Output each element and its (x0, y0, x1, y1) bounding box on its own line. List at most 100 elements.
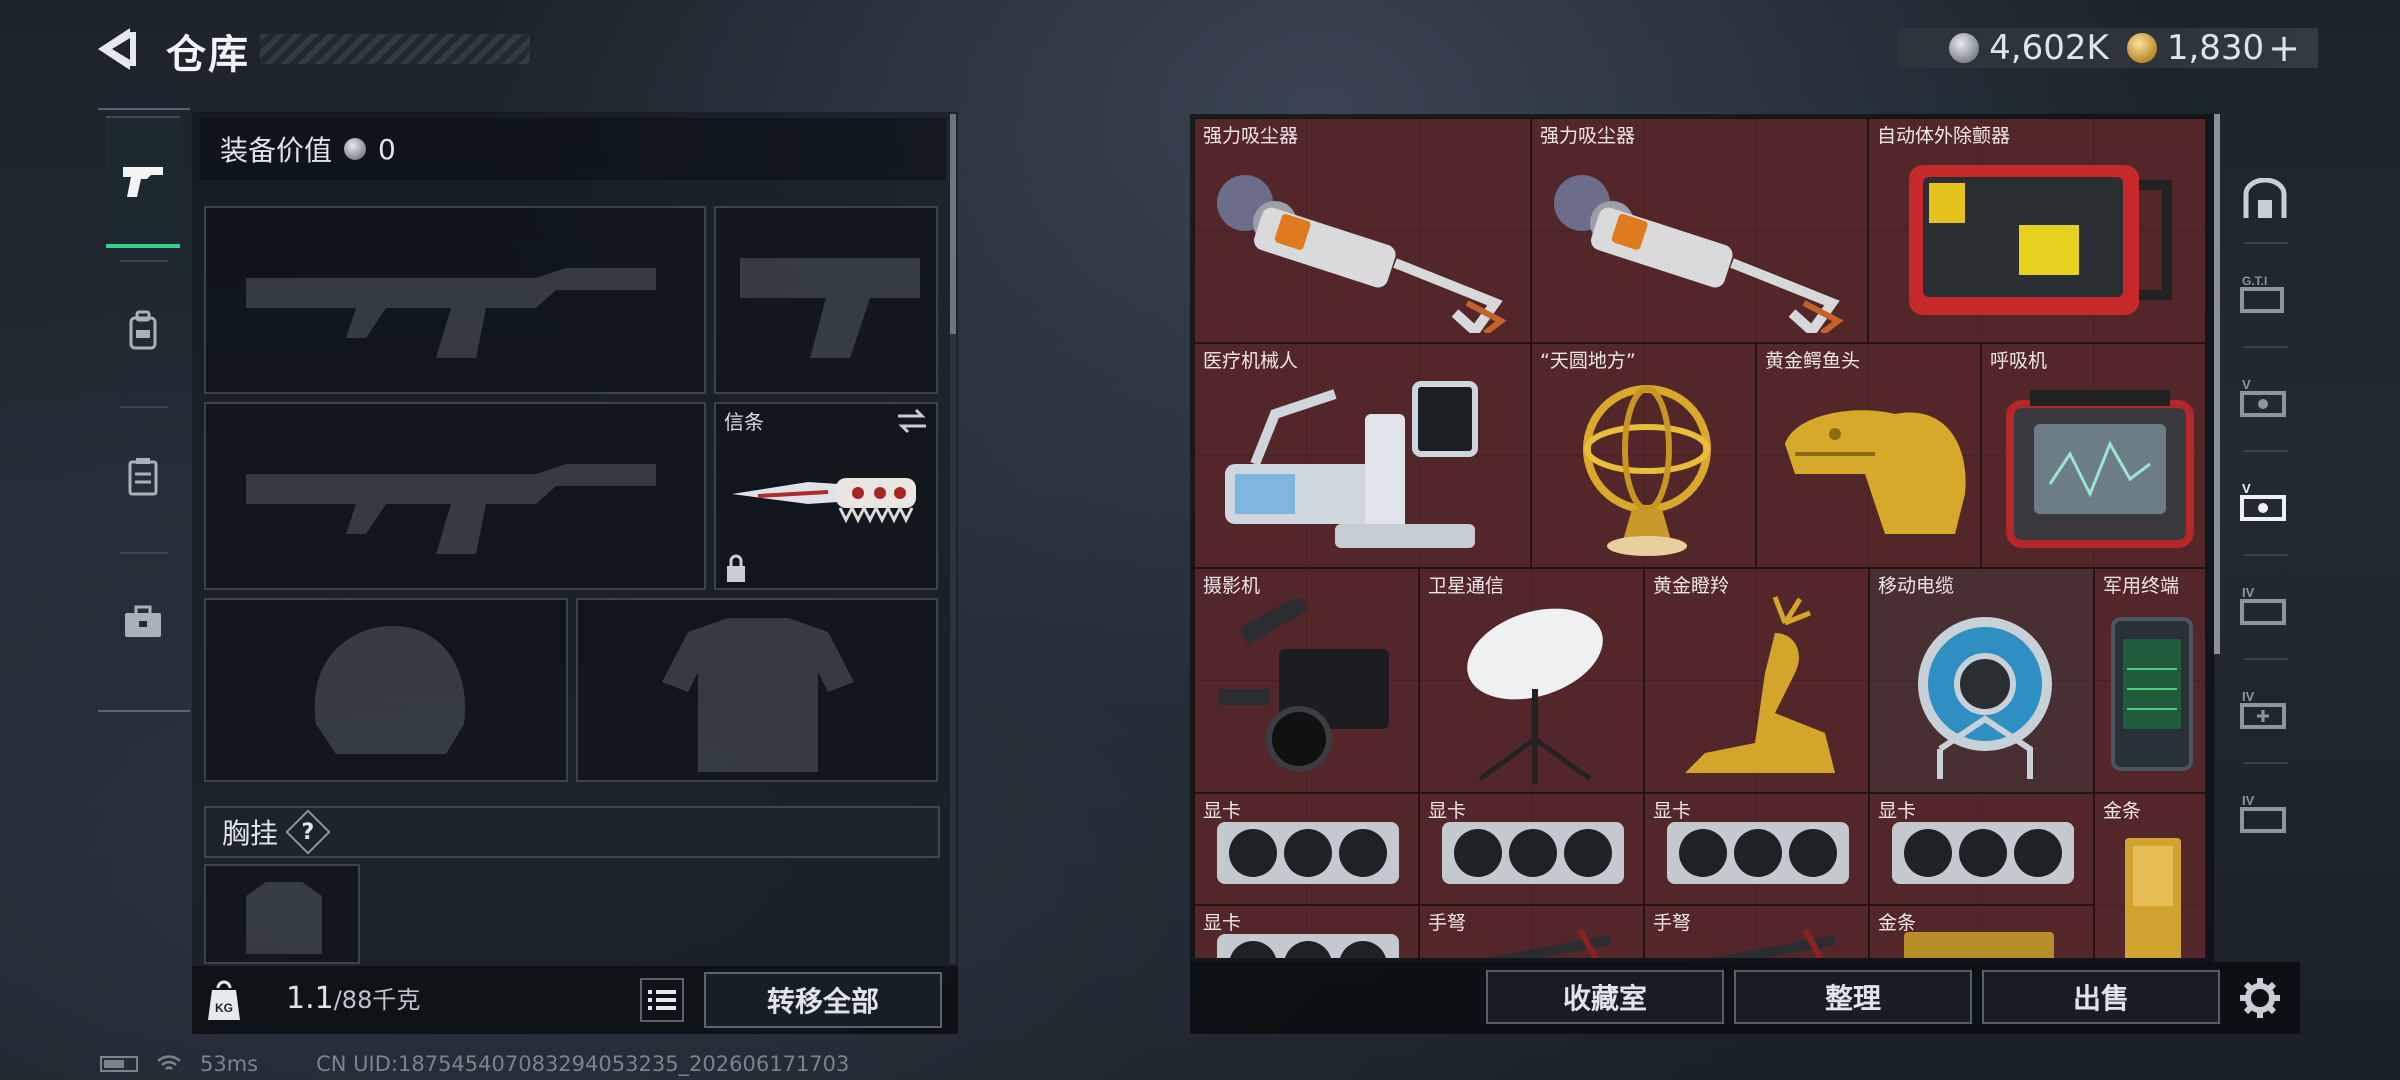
gear-icon[interactable] (2238, 976, 2282, 1020)
item-name: 呼吸机 (1990, 350, 2048, 372)
collection-room-button[interactable]: 收藏室 (1486, 970, 1724, 1024)
stash-item[interactable]: 显卡 (1194, 793, 1419, 905)
chest-rig-slot[interactable] (204, 864, 360, 964)
chest-rig-silhouette-icon (246, 882, 322, 954)
stash-item[interactable]: 显卡 (1869, 793, 2094, 905)
silver-currency: 4,602K (1949, 28, 2109, 68)
stash-item[interactable]: 显卡 (1194, 905, 1419, 958)
crossbow-icon (1485, 928, 1611, 958)
vault-icon (2243, 178, 2287, 218)
graphics-card-icon (1442, 822, 1624, 884)
gold-croc-head-icon (1785, 410, 1966, 534)
melee-slot[interactable]: 信条 (714, 402, 938, 590)
stash-item[interactable]: 黄金鳄鱼头 (1756, 343, 1981, 568)
armor-silhouette-icon (662, 618, 854, 772)
list-view-button[interactable] (640, 978, 684, 1022)
primary-weapon-slot[interactable] (204, 206, 706, 394)
stash-item[interactable]: 军用终端 (2094, 568, 2206, 793)
item-name: 强力吸尘器 (1540, 125, 1636, 147)
primary-weapon-slot-2[interactable] (204, 402, 706, 590)
stash-item[interactable]: 金条 (2094, 793, 2206, 958)
item-name: 军用终端 (2103, 575, 2180, 597)
melee-name: 信条 (724, 410, 764, 434)
swap-icon[interactable] (896, 408, 928, 434)
body-armor-slot[interactable] (576, 598, 938, 782)
svg-text:V: V (2242, 481, 2251, 496)
stash-item[interactable]: 手弩 (1419, 905, 1644, 958)
tab-armor[interactable] (106, 264, 180, 396)
organize-button[interactable]: 整理 (1734, 970, 1972, 1024)
case-v-icon: V (2240, 377, 2286, 417)
sell-button[interactable]: 出售 (1982, 970, 2220, 1024)
pistol-icon (123, 167, 163, 197)
stash-item[interactable]: 金条 (1869, 905, 2094, 958)
stash-item[interactable]: 黄金瞪羚 (1644, 568, 1869, 793)
case-v-icon: V (2240, 481, 2286, 521)
back-button[interactable] (96, 26, 146, 72)
tab-case[interactable] (106, 556, 180, 688)
svg-text:KG: KG (215, 1001, 233, 1015)
stash-item[interactable]: 自动体外除颤器 (1868, 118, 2206, 343)
rail-stash-main[interactable] (2230, 154, 2300, 244)
rail-case-v-active[interactable]: V (2230, 456, 2300, 546)
stash-item[interactable]: 强力吸尘器 (1194, 118, 1531, 343)
tab-weapons[interactable] (106, 116, 180, 248)
stash-item[interactable]: “天圆地方” (1531, 343, 1756, 568)
cable-reel-icon (1918, 617, 2052, 779)
stash-item[interactable]: 呼吸机 (1981, 343, 2206, 568)
equipment-value-bar: 装备价值 0 (200, 118, 946, 180)
stash-item[interactable]: 显卡 (1644, 793, 1869, 905)
transfer-all-button[interactable]: 转移全部 (704, 972, 942, 1028)
satellite-dish-icon (1467, 608, 1603, 784)
page-title: 仓库 (166, 32, 250, 78)
film-camera-icon (1219, 599, 1389, 772)
vacuum-icon (1217, 175, 1507, 333)
help-icon[interactable]: ? (285, 809, 331, 855)
vest-icon (128, 458, 158, 496)
stash-item[interactable]: 手弩 (1644, 905, 1869, 958)
stash-item[interactable]: 卫星通信 (1419, 568, 1644, 793)
gold-bar-icon (1904, 932, 2054, 958)
gold-coin-icon (2126, 33, 2157, 63)
status-bar: 53ms CN UID:18754540708329405323​5_20260… (100, 1052, 849, 1076)
item-name: 医疗机械人 (1203, 350, 1299, 372)
stash-item[interactable]: 移动电缆 (1869, 568, 2094, 793)
case-iv-icon: IV (2240, 585, 2286, 625)
graphics-card-icon (1217, 934, 1399, 958)
stash-item[interactable]: 摄影机 (1194, 568, 1419, 793)
secondary-weapon-slot[interactable] (714, 206, 938, 394)
knife-icon (732, 478, 916, 524)
loadout-scrollbar[interactable] (950, 114, 956, 334)
pistol-silhouette-icon (740, 258, 920, 358)
weight-readout: 1.1/88千克 (286, 980, 420, 1016)
graphics-card-icon (1217, 822, 1399, 884)
stash-scrollbar[interactable] (2214, 114, 2220, 654)
stash-item[interactable]: 显卡 (1419, 793, 1644, 905)
vacuum-icon (1554, 175, 1844, 333)
title-decoration (260, 34, 530, 64)
stash-item[interactable]: 医疗机械人 (1194, 343, 1531, 568)
item-name: “天圆地方” (1540, 350, 1636, 372)
item-name: 金条 (2103, 800, 2142, 822)
stash-action-bar: 收藏室 整理 出售 (1190, 962, 2300, 1034)
equipment-value-label: 装备价值 (220, 134, 333, 167)
gold-bar-icon (2125, 838, 2181, 958)
rail-gti-case[interactable]: G.T.I (2230, 248, 2300, 338)
rail-case-v[interactable]: V (2230, 352, 2300, 442)
list-icon (648, 990, 676, 1010)
rail-case-iv-b[interactable]: IV (2230, 664, 2300, 754)
crossbow-icon (1710, 928, 1836, 958)
add-currency-icon[interactable]: + (2268, 26, 2300, 70)
helmet-slot[interactable] (204, 598, 568, 782)
tab-rig[interactable] (106, 410, 180, 542)
item-name: 移动电缆 (1878, 575, 1955, 597)
svg-text:G.T.I: G.T.I (2242, 274, 2267, 288)
lock-icon (727, 554, 745, 582)
gold-currency[interactable]: 1,830 + (2126, 26, 2300, 70)
rail-case-iv-a[interactable]: IV (2230, 560, 2300, 650)
item-name: 黄金鳄鱼头 (1765, 350, 1861, 372)
rail-case-iv-c[interactable]: IV (2230, 768, 2300, 858)
defibrillator-icon (1909, 165, 2172, 315)
graphics-card-icon (1667, 822, 1849, 884)
stash-item[interactable]: 强力吸尘器 (1531, 118, 1868, 343)
